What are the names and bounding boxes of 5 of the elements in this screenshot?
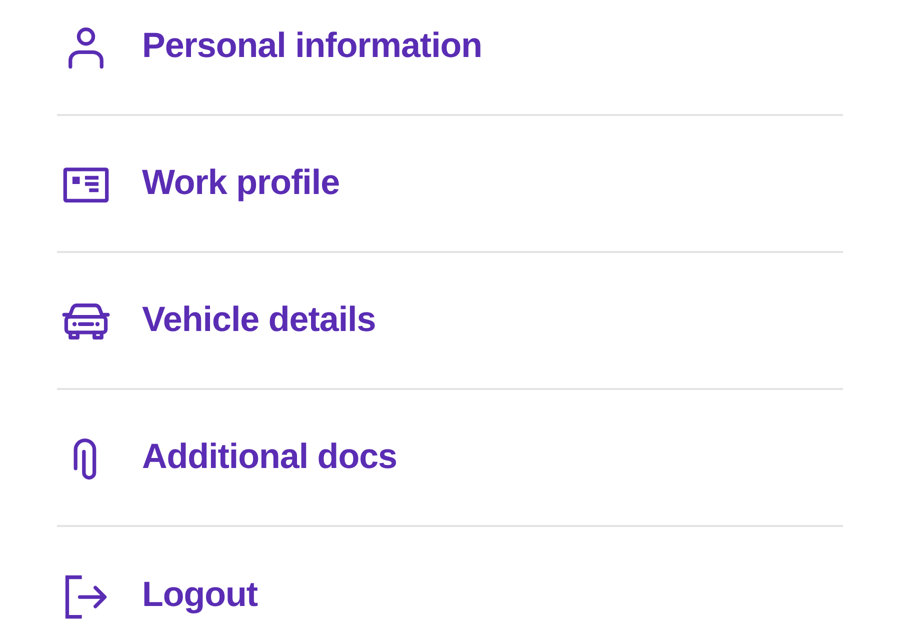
menu-item[interactable]: Additional docs — [142, 431, 397, 484]
menu-item[interactable]: Work profile — [142, 157, 340, 210]
menu-item[interactable]: Personal information — [142, 20, 482, 73]
menu-item[interactable]: Vehicle details — [142, 294, 376, 347]
menu-item[interactable]: Logout — [142, 569, 258, 622]
